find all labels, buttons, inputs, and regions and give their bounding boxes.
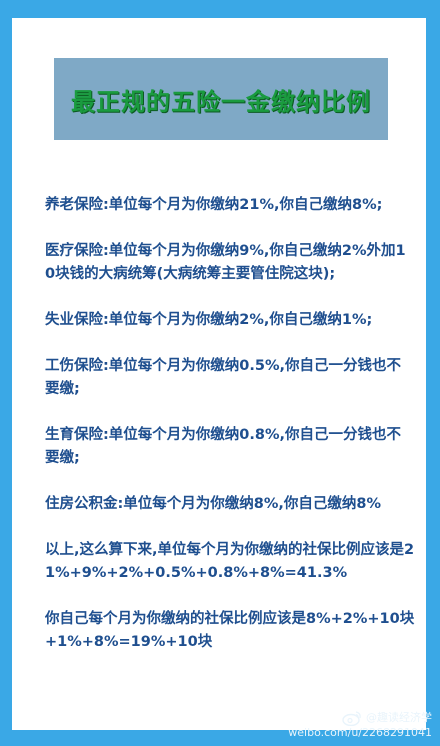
watermark: @趣读经济学 weibo.com/u/2268291041: [288, 710, 432, 740]
item-housing-fund: 住房公积金:单位每个月为你缴纳8%,你自己缴纳8%: [45, 496, 382, 512]
title-banner: 最正规的五险一金缴纳比例: [54, 58, 388, 140]
content-card: 最正规的五险一金缴纳比例 养老保险:单位每个月为你缴纳21%,你自己缴纳8%; …: [12, 18, 426, 730]
item-pension: 养老保险:单位每个月为你缴纳21%,你自己缴纳8%;: [45, 197, 383, 213]
item-unemployment: 失业保险:单位每个月为你缴纳2%,你自己缴纳1%;: [45, 312, 373, 328]
weibo-icon: [342, 711, 361, 726]
item-medical: 医疗保险:单位每个月为你缴纳9%,你自己缴纳2%外加10块钱的大病统筹(大病统筹…: [45, 243, 406, 282]
watermark-handle-row: @趣读经济学: [288, 710, 432, 726]
content-body: 养老保险:单位每个月为你缴纳21%,你自己缴纳8%; 医疗保险:单位每个月为你缴…: [45, 194, 415, 677]
summary-employer: 以上,这么算下来,单位每个月为你缴纳的社保比例应该是21%+9%+2%+0.5%…: [45, 542, 415, 581]
summary-employee: 你自己每个月为你缴纳的社保比例应该是8%+2%+10块+1%+8%=19%+10…: [45, 611, 415, 650]
item-work-injury: 工伤保险:单位每个月为你缴纳0.5%,你自己一分钱也不要缴;: [45, 358, 402, 397]
watermark-url: weibo.com/u/2268291041: [288, 726, 432, 739]
item-maternity: 生育保险:单位每个月为你缴纳0.8%,你自己一分钱也不要缴;: [45, 427, 402, 466]
page-title: 最正规的五险一金缴纳比例: [71, 87, 371, 116]
watermark-handle: @趣读经济学: [366, 711, 432, 724]
